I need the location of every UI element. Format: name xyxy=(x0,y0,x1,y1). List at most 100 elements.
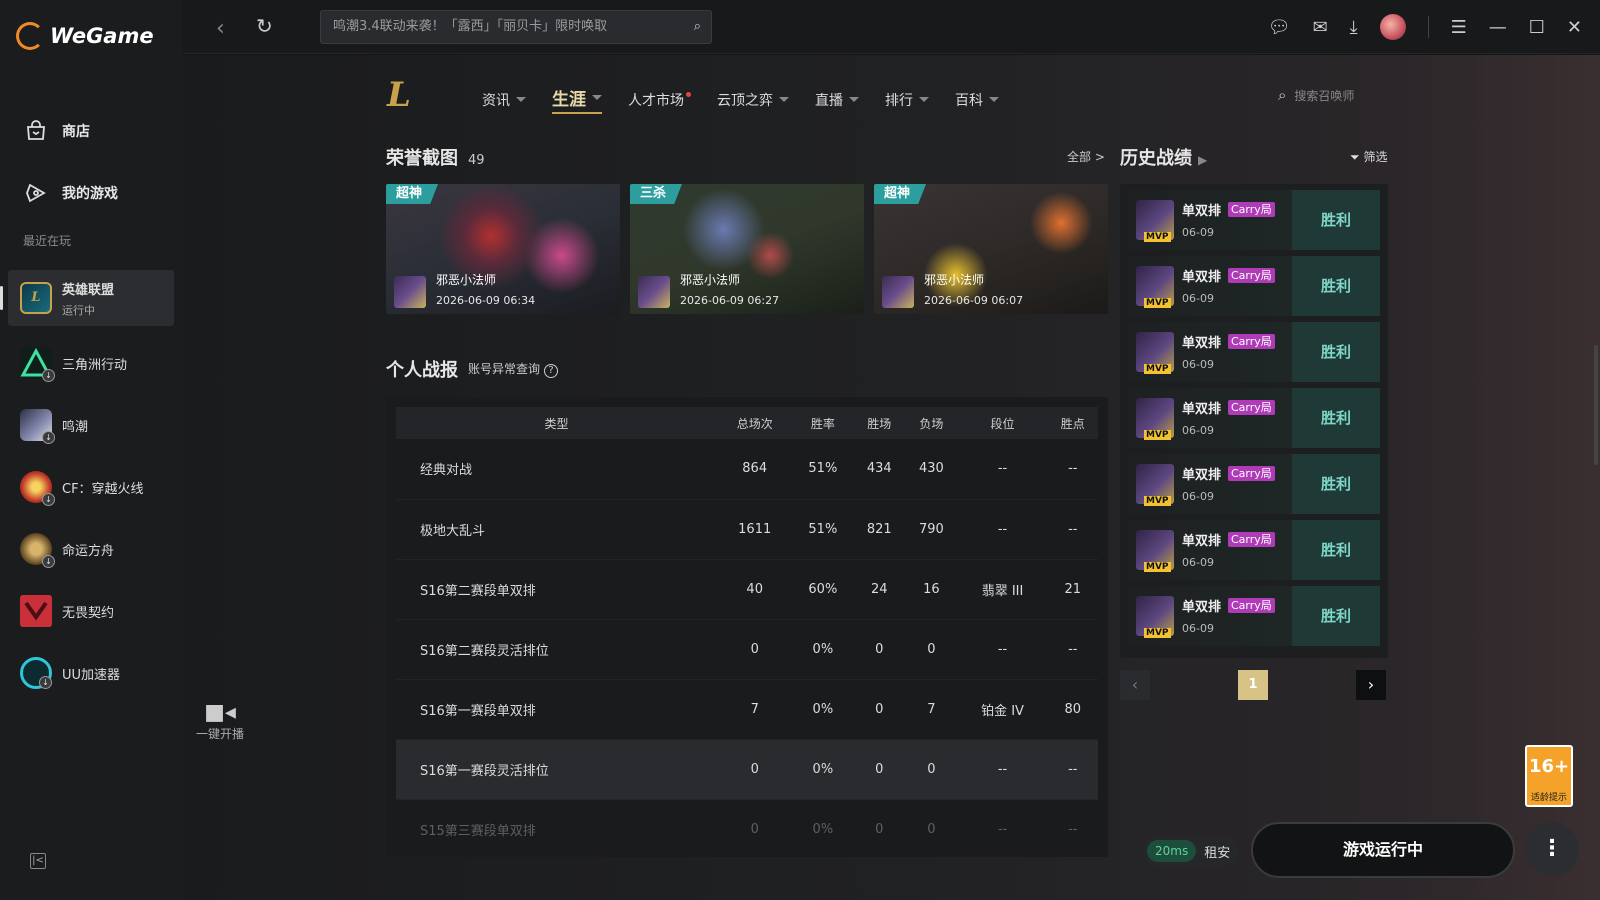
recent-game-valorant[interactable]: 无畏契约 xyxy=(8,580,174,642)
prev-page-button[interactable]: ‹ xyxy=(1120,670,1150,700)
sidebar-item-shop[interactable]: 商店 xyxy=(0,100,182,162)
player-avatar xyxy=(882,276,914,308)
recent-game-wuthering-waves[interactable]: ↓ 鸣潮 xyxy=(8,394,174,456)
mail-icon[interactable]: ✉ xyxy=(1313,17,1328,38)
minimize-icon[interactable]: — xyxy=(1489,17,1507,38)
cell-winrate: 60% xyxy=(792,559,854,620)
filter-button[interactable]: ⏷ 筛选 xyxy=(1350,148,1387,165)
sidebar-item-label: 我的游戏 xyxy=(62,186,118,202)
tab-live[interactable]: 直播 xyxy=(815,90,859,110)
game-running-button[interactable]: 游戏运行中 xyxy=(1251,822,1515,878)
refresh-icon[interactable]: ↻ xyxy=(256,14,273,38)
account-anomaly-link[interactable]: 账号异常查询? xyxy=(468,360,559,378)
global-search-input[interactable]: 鸣潮3.4联动来袭！「露西」「丽贝卡」限时唤取 ⌕ xyxy=(320,10,712,44)
tab-talent-market[interactable]: 人才市场 xyxy=(628,90,691,110)
match-date: 06-09 xyxy=(1182,292,1214,305)
carry-tag: Carry局 xyxy=(1228,466,1275,481)
mvp-badge: MVP xyxy=(1144,628,1171,638)
cell-rank: -- xyxy=(957,739,1048,800)
recent-game-delta-force[interactable]: ↓ 三角洲行动 xyxy=(8,332,174,394)
screenshot-card[interactable]: 三杀 邪恶小法师 2026-06-09 06:27 xyxy=(630,184,864,314)
cell-lp: 21 xyxy=(1047,559,1098,620)
cell-rank: 铂金 IV xyxy=(957,679,1048,740)
search-icon[interactable]: ⌕ xyxy=(694,11,701,43)
cell-wins: 821 xyxy=(853,499,906,560)
sidebar-item-label: 商店 xyxy=(62,124,90,140)
recent-game-uu-accelerator[interactable]: ↓ UU加速器 xyxy=(8,642,174,704)
game-name: 三角洲行动 xyxy=(62,357,128,373)
screenshot-card[interactable]: 超神 邪恶小法师 2026-06-09 06:34 xyxy=(386,184,620,314)
menu-icon[interactable]: ☰ xyxy=(1451,17,1467,38)
scrollbar[interactable] xyxy=(1594,345,1598,465)
next-page-button[interactable]: › xyxy=(1356,670,1386,700)
recent-game-lost-ark[interactable]: ↓ 命运方舟 xyxy=(8,518,174,580)
screenshot-time: 2026-06-09 06:34 xyxy=(436,294,536,307)
player-name: 邪恶小法师 xyxy=(680,273,741,287)
match-mode: 单双排 xyxy=(1182,270,1222,285)
cell-total: 0 xyxy=(716,619,793,680)
broadcast-label: 一键开播 xyxy=(195,727,244,741)
mvp-badge: MVP xyxy=(1144,364,1171,374)
match-history-item[interactable]: MVP 单双排 Carry局 06-09 胜利 xyxy=(1128,388,1380,448)
chevron-down-icon xyxy=(592,95,602,100)
tab-tft[interactable]: 云顶之弈 xyxy=(717,90,789,110)
more-options-icon[interactable]: ⋮ xyxy=(1525,822,1579,876)
match-history-item[interactable]: MVP 单双排 Carry局 06-09 胜利 xyxy=(1128,586,1380,646)
mvp-badge: MVP xyxy=(1144,496,1171,506)
network-status[interactable]: 20ms 租安 xyxy=(1143,836,1239,866)
maximize-icon[interactable]: ☐ xyxy=(1529,17,1545,38)
match-history-item[interactable]: MVP 单双排 Carry局 06-09 胜利 xyxy=(1128,322,1380,382)
honor-title: 荣誉截图 49 xyxy=(386,144,485,170)
sidebar-item-my-games[interactable]: 我的游戏 xyxy=(0,162,182,224)
cell-rank: -- xyxy=(957,799,1048,857)
mvp-badge: MVP xyxy=(1144,298,1171,308)
user-avatar[interactable] xyxy=(1379,14,1406,40)
tab-ranking[interactable]: 排行 xyxy=(885,90,929,110)
match-mode: 单双排 xyxy=(1182,600,1222,615)
match-date: 06-09 xyxy=(1182,622,1214,635)
ping-value: 20ms xyxy=(1147,840,1197,862)
close-icon[interactable]: ✕ xyxy=(1567,17,1582,38)
match-result: 胜利 xyxy=(1292,454,1380,514)
match-history-item[interactable]: MVP 单双排 Carry局 06-09 胜利 xyxy=(1128,454,1380,514)
match-result: 胜利 xyxy=(1292,586,1380,646)
recent-game-crossfire[interactable]: ↓ CF：穿越火线 xyxy=(8,456,174,518)
match-history-item[interactable]: MVP 单双排 Carry局 06-09 胜利 xyxy=(1128,520,1380,580)
delta-force-icon: ↓ xyxy=(20,347,55,382)
screenshot-time: 2026-06-09 06:27 xyxy=(680,294,780,307)
match-history-item[interactable]: MVP 单双排 Carry局 06-09 胜利 xyxy=(1128,190,1380,250)
help-icon[interactable]: ? xyxy=(544,364,559,378)
gamepad-icon xyxy=(26,183,46,203)
match-result: 胜利 xyxy=(1292,322,1380,382)
view-all-link[interactable]: 全部 > xyxy=(1067,148,1105,165)
table-row: S16第二赛段灵活排位 0 0% 0 0 -- -- xyxy=(396,619,1098,680)
one-click-broadcast-button[interactable]: ■◂ 一键开播 xyxy=(192,700,248,742)
tab-label: 直播 xyxy=(815,92,843,109)
tab-news[interactable]: 资讯 xyxy=(482,90,526,110)
summoner-search-input[interactable]: ⌕ 搜索召唤师 xyxy=(1278,86,1354,104)
tab-wiki[interactable]: 百科 xyxy=(955,90,999,110)
cell-total: 40 xyxy=(716,559,793,620)
screenshot-card[interactable]: 超神 邪恶小法师 2026-06-09 06:07 xyxy=(874,184,1108,314)
recent-game-league-of-legends[interactable]: L 英雄联盟 运行中 xyxy=(0,270,174,326)
side-nav: 商店 我的游戏 xyxy=(0,100,182,224)
cell-losses: 0 xyxy=(905,799,958,857)
league-of-legends-icon: L xyxy=(20,282,52,314)
collapse-sidebar-icon[interactable]: |< xyxy=(30,853,46,869)
history-title[interactable]: 历史战绩 ▶ xyxy=(1120,144,1207,170)
match-history-item[interactable]: MVP 单双排 Carry局 06-09 胜利 xyxy=(1128,256,1380,316)
cell-wins: 0 xyxy=(853,619,906,680)
current-page-button[interactable]: 1 xyxy=(1238,670,1268,700)
crossfire-icon: ↓ xyxy=(20,471,55,506)
tab-label: 百科 xyxy=(955,92,983,109)
tab-career[interactable]: 生涯 xyxy=(552,85,602,114)
stats-title: 个人战报 账号异常查询? xyxy=(386,356,559,382)
download-manager-icon[interactable]: ⤓ xyxy=(1350,17,1358,38)
wegame-logo[interactable]: WeGame xyxy=(16,22,154,50)
download-icon: ↓ xyxy=(39,676,52,689)
chat-icon[interactable]: 💬︎ xyxy=(1268,17,1291,38)
back-icon[interactable]: ‹ xyxy=(216,16,225,41)
achievement-badge: 三杀 xyxy=(630,184,683,204)
league-logo-icon[interactable]: L xyxy=(387,75,425,117)
champion-avatar: MVP xyxy=(1136,266,1174,308)
